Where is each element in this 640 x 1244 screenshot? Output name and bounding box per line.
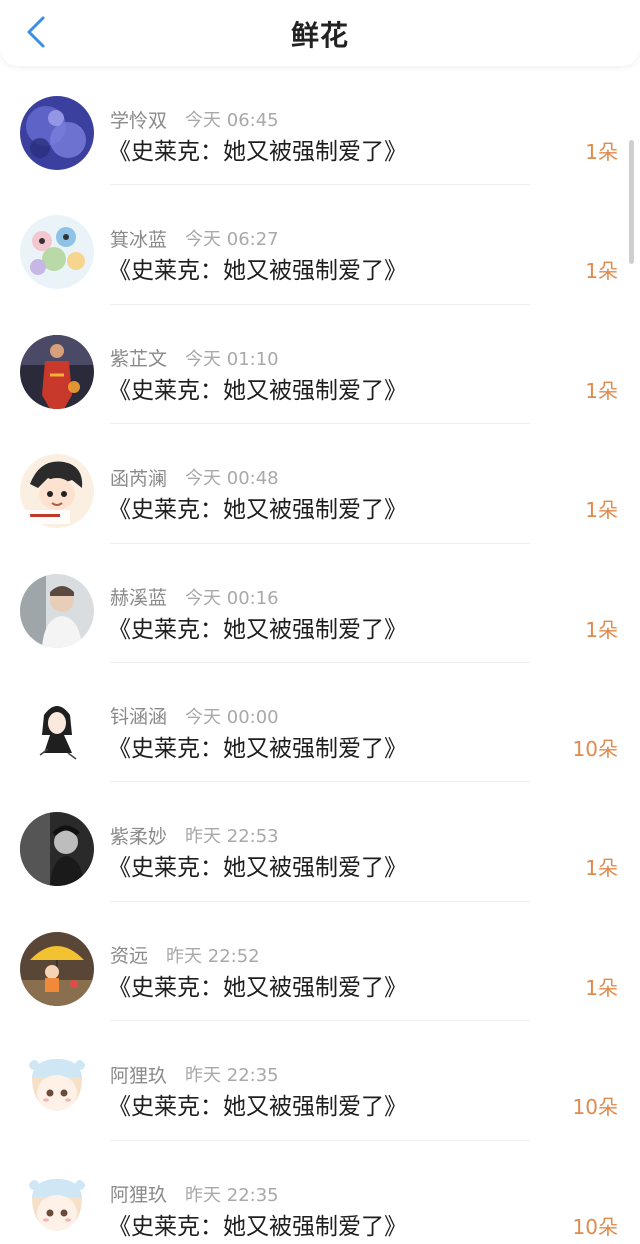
timestamp: 昨天 22:35 <box>185 1065 279 1087</box>
sketch-girl-avatar-icon <box>20 692 94 767</box>
page: 鲜花 学怜双 今天 06:45 《史莱克：她又被强制爱了》 1朵 箕冰蓝 今天 … <box>0 0 640 1244</box>
timestamp: 今天 00:00 <box>185 706 279 728</box>
anime-boy-avatar-icon <box>20 454 94 529</box>
dark-photo-avatar-icon <box>20 812 94 887</box>
list-item[interactable]: 函芮澜 今天 00:48 《史莱克：她又被强制爱了》 1朵 <box>0 424 640 544</box>
avatar[interactable] <box>20 96 94 170</box>
item-meta: 紫柔妙 昨天 22:53 <box>110 822 279 848</box>
book-title[interactable]: 《史莱克：她又被强制爱了》 <box>108 251 407 285</box>
avatar[interactable] <box>20 215 94 290</box>
timestamp: 今天 06:27 <box>185 229 279 251</box>
book-title[interactable]: 《史莱克：她又被强制爱了》 <box>108 848 407 882</box>
list-item[interactable]: 阿狸玖 昨天 22:35 《史莱克：她又被强制爱了》 10朵 <box>0 1021 640 1141</box>
chibi-girl-avatar-icon <box>20 1051 94 1126</box>
list-item[interactable]: 赫溪蓝 今天 00:16 《史莱克：她又被强制爱了》 1朵 <box>0 544 640 663</box>
item-meta: 阿狸玖 昨天 22:35 <box>110 1181 279 1207</box>
flower-list: 学怜双 今天 06:45 《史莱克：她又被强制爱了》 1朵 箕冰蓝 今天 06:… <box>0 66 640 1244</box>
item-meta: 函芮澜 今天 00:48 <box>110 464 279 490</box>
username[interactable]: 阿狸玖 <box>110 1061 167 1088</box>
username[interactable]: 函芮澜 <box>110 464 167 491</box>
book-title[interactable]: 《史莱克：她又被强制爱了》 <box>108 371 407 405</box>
flower-count: 1朵 <box>585 140 618 164</box>
avatar[interactable] <box>20 812 94 887</box>
scrollbar[interactable] <box>629 140 634 264</box>
avatar[interactable] <box>20 454 94 529</box>
list-item[interactable]: 钭涵涵 今天 00:00 《史莱克：她又被强制爱了》 10朵 <box>0 663 640 783</box>
timestamp: 今天 06:45 <box>185 110 279 131</box>
item-meta: 赫溪蓝 今天 00:16 <box>110 584 279 610</box>
purple-abstract-avatar-icon <box>20 96 94 170</box>
item-meta: 资远 昨天 22:52 <box>110 942 260 968</box>
timestamp: 昨天 22:53 <box>185 826 279 848</box>
username[interactable]: 学怜双 <box>110 106 167 133</box>
flower-count: 10朵 <box>572 1095 618 1120</box>
avatar[interactable] <box>20 573 94 648</box>
list-item[interactable]: 阿狸玖 昨天 22:35 《史莱克：她又被强制爱了》 10朵 <box>0 1141 640 1244</box>
item-meta: 紫芷文 今天 01:10 <box>110 345 279 371</box>
item-meta: 箕冰蓝 今天 06:27 <box>110 225 279 251</box>
book-title[interactable]: 《史莱克：她又被强制爱了》 <box>108 610 407 644</box>
flower-count: 1朵 <box>585 975 618 1000</box>
username[interactable]: 赫溪蓝 <box>110 583 167 610</box>
person-photo-avatar-icon <box>20 573 94 648</box>
list-item[interactable]: 紫柔妙 昨天 22:53 《史莱克：她又被强制爱了》 1朵 <box>0 782 640 902</box>
item-meta: 阿狸玖 昨天 22:35 <box>110 1061 279 1087</box>
flower-count: 1朵 <box>585 856 618 881</box>
cartoon-group-avatar-icon <box>20 215 94 290</box>
umbrella-child-avatar-icon <box>20 931 94 1006</box>
item-meta: 学怜双 今天 06:45 <box>110 106 279 132</box>
timestamp: 昨天 22:35 <box>185 1184 279 1206</box>
book-title[interactable]: 《史莱克：她又被强制爱了》 <box>108 729 407 763</box>
username[interactable]: 紫芷文 <box>110 344 167 371</box>
list-item[interactable]: 资远 昨天 22:52 《史莱克：她又被强制爱了》 1朵 <box>0 902 640 1022</box>
book-title[interactable]: 《史莱克：她又被强制爱了》 <box>108 968 407 1002</box>
avatar[interactable] <box>20 1170 94 1244</box>
flower-count: 1朵 <box>585 378 618 403</box>
list-item[interactable]: 学怜双 今天 06:45 《史莱克：她又被强制爱了》 1朵 <box>0 66 640 186</box>
nav-bar: 鲜花 <box>0 0 640 66</box>
page-title: 鲜花 <box>290 19 349 52</box>
list-item[interactable]: 紫芷文 今天 01:10 《史莱克：她又被强制爱了》 1朵 <box>0 305 640 425</box>
flower-count: 1朵 <box>585 498 618 523</box>
book-title[interactable]: 《史莱克：她又被强制爱了》 <box>108 1207 407 1241</box>
book-title[interactable]: 《史莱克：她又被强制爱了》 <box>108 490 407 524</box>
username[interactable]: 紫柔妙 <box>110 822 167 849</box>
flower-count: 1朵 <box>585 259 618 284</box>
timestamp: 昨天 22:52 <box>166 945 260 967</box>
timestamp: 今天 00:48 <box>185 468 279 490</box>
avatar[interactable] <box>20 931 94 1006</box>
avatar[interactable] <box>20 1051 94 1126</box>
flower-count: 10朵 <box>572 1214 618 1239</box>
username[interactable]: 阿狸玖 <box>110 1180 167 1207</box>
username[interactable]: 箕冰蓝 <box>110 225 167 252</box>
person-red-suit-avatar-icon <box>20 334 94 409</box>
book-title[interactable]: 《史莱克：她又被强制爱了》 <box>108 1087 407 1121</box>
avatar[interactable] <box>20 692 94 767</box>
book-title[interactable]: 《史莱克：她又被强制爱了》 <box>108 132 407 166</box>
item-meta: 钭涵涵 今天 00:00 <box>110 703 279 729</box>
chibi-girl-avatar-icon <box>20 1170 94 1244</box>
avatar[interactable] <box>20 334 94 409</box>
timestamp: 今天 01:10 <box>185 348 279 370</box>
flower-count: 10朵 <box>572 736 618 761</box>
list-item[interactable]: 箕冰蓝 今天 06:27 《史莱克：她又被强制爱了》 1朵 <box>0 185 640 305</box>
username[interactable]: 资远 <box>110 941 148 968</box>
timestamp: 今天 00:16 <box>185 587 279 609</box>
username[interactable]: 钭涵涵 <box>110 702 167 729</box>
flower-count: 1朵 <box>585 617 618 642</box>
